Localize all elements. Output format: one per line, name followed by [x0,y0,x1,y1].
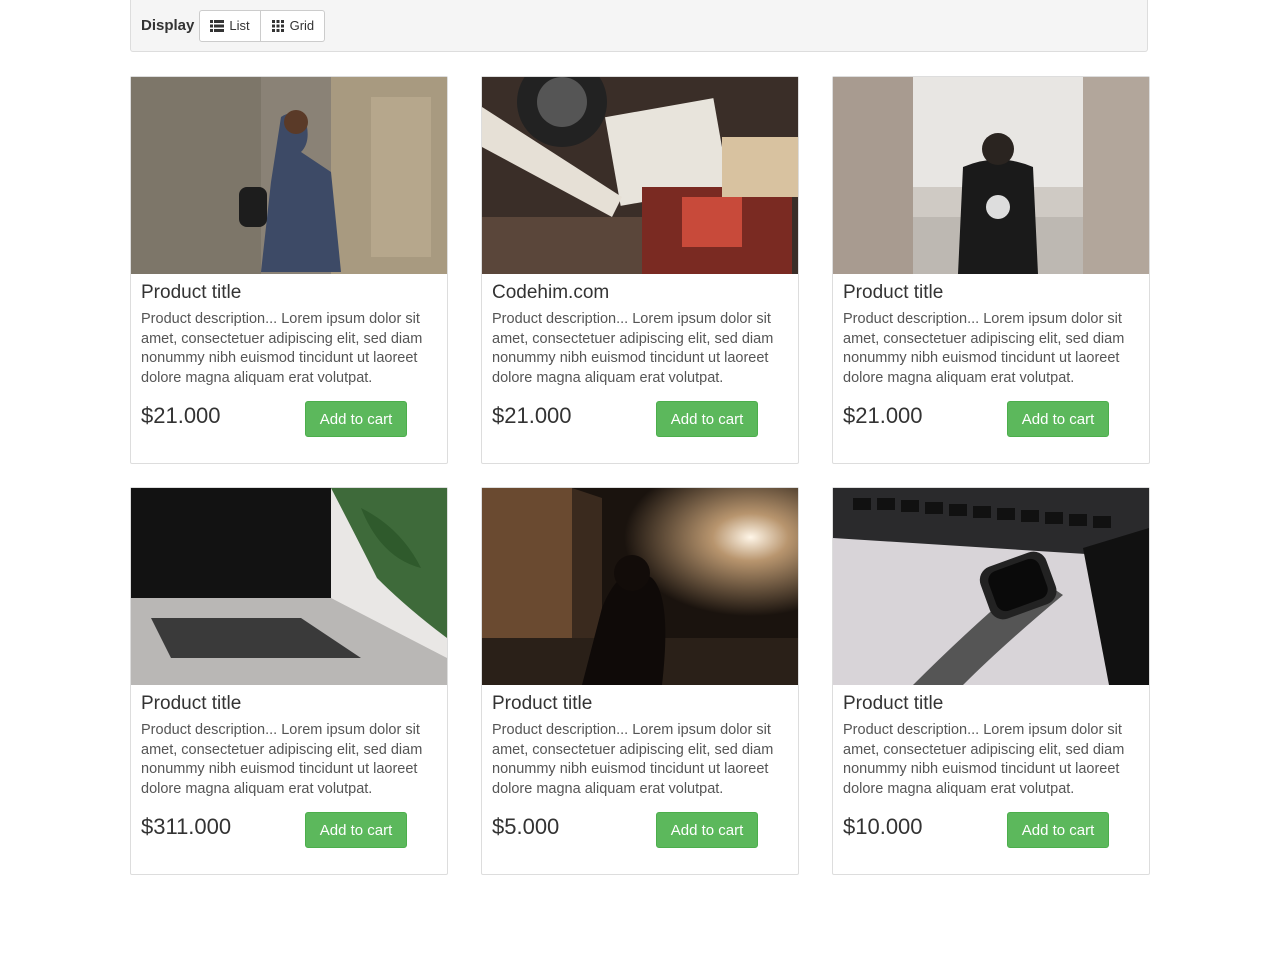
grid-view-label: Grid [289,18,315,33]
product-description: Product description... Lorem ipsum dolor… [141,722,423,797]
list-view-button[interactable]: List [199,9,261,42]
product-card: Product title Product description... Lor… [130,76,448,464]
product-title: Product title [843,282,944,303]
product-grid: Product title Product description... Lor… [130,76,1150,875]
product-price: $21.000 [843,403,923,428]
product-price: $5.000 [492,814,560,839]
grid-view-button[interactable]: Grid [260,9,326,42]
display-label: Display [141,17,195,34]
list-icon [210,19,225,32]
add-to-cart-button[interactable]: Add to cart [1007,812,1109,848]
product-image-night-street-silhouette[interactable] [482,488,798,685]
product-price: $311.000 [141,814,232,839]
product-price: $21.000 [492,403,572,428]
product-description: Product description... Lorem ipsum dolor… [843,311,1125,386]
product-title: Product title [141,282,242,303]
grid-icon [271,19,285,32]
product-card: Product title Product description... Lor… [832,76,1150,464]
product-image-woman-taking-photo[interactable] [131,77,447,274]
add-to-cart-button[interactable]: Add to cart [656,401,758,437]
product-description: Product description... Lorem ipsum dolor… [843,722,1125,797]
product-image-smartwatch-on-laptop[interactable] [833,488,1149,685]
product-description: Product description... Lorem ipsum dolor… [141,311,423,386]
product-image-laptop-and-plant[interactable] [131,488,447,685]
add-to-cart-button[interactable]: Add to cart [656,812,758,848]
product-card: Product title Product description... Lor… [832,487,1150,875]
view-toggle-group: List Grid [199,9,326,42]
product-description: Product description... Lorem ipsum dolor… [492,722,774,797]
add-to-cart-button[interactable]: Add to cart [305,401,407,437]
list-view-label: List [229,18,250,33]
product-description: Product description... Lorem ipsum dolor… [492,311,774,386]
product-title: Product title [492,693,593,714]
product-card: Product title Product description... Lor… [130,487,448,875]
display-toolbar: Display List Grid [130,0,1148,52]
product-card: Product title Product description... Lor… [481,487,799,875]
product-price: $10.000 [843,814,923,839]
product-title: Product title [843,693,944,714]
product-title: Codehim.com [492,282,610,303]
product-image-vinyl-records[interactable] [482,77,798,274]
product-title: Product title [141,693,242,714]
product-card: Codehim.com Product description... Lorem… [481,76,799,464]
add-to-cart-button[interactable]: Add to cart [305,812,407,848]
product-price: $21.000 [141,403,221,428]
product-image-man-in-corridor[interactable] [833,77,1149,274]
add-to-cart-button[interactable]: Add to cart [1007,401,1109,437]
